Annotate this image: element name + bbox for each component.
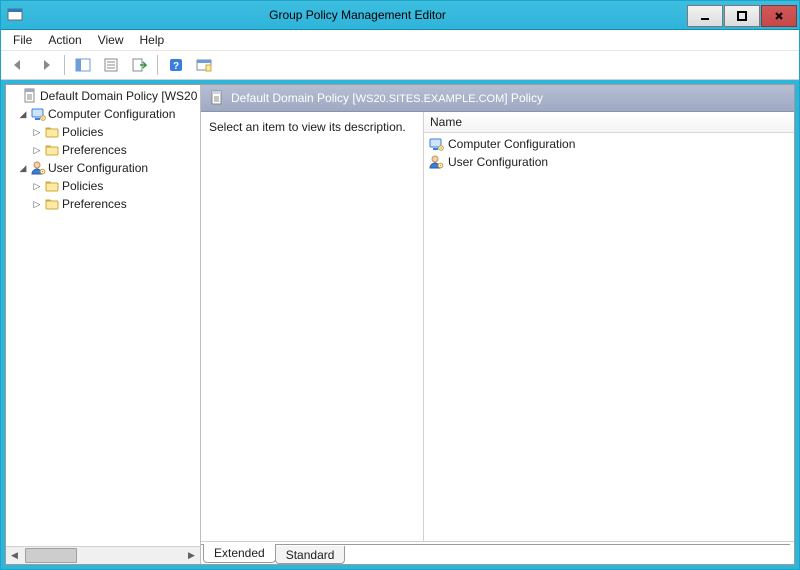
- menu-help[interactable]: Help: [132, 31, 173, 49]
- tree-user-config[interactable]: ◢ User Con: [6, 159, 200, 177]
- computer-icon: [428, 136, 444, 152]
- tree-label: Computer Configuration: [48, 107, 175, 121]
- maximize-button[interactable]: [724, 5, 760, 27]
- tree-label: Preferences: [62, 197, 127, 211]
- list-header[interactable]: Name: [424, 112, 794, 133]
- result-pane: Default Domain Policy [WS20.SITES.EXAMPL…: [201, 85, 794, 564]
- tree-user-policies[interactable]: ▷ Policies: [6, 177, 200, 195]
- tree-root[interactable]: Default Domain Policy [WS20: [6, 87, 200, 105]
- tree-computer-config[interactable]: ◢ Computer: [6, 105, 200, 123]
- help-icon: ?: [168, 57, 184, 73]
- folder-icon: [44, 196, 60, 212]
- gpme-window: Group Policy Management Editor File Acti…: [0, 0, 800, 570]
- body-wrap: Default Domain Policy [WS20 ◢: [1, 80, 799, 569]
- export-list-icon: [131, 57, 147, 73]
- expander-open-icon[interactable]: ◢: [16, 109, 30, 120]
- list-body[interactable]: Computer Configuration: [424, 133, 794, 541]
- system-menu-icon[interactable]: [1, 1, 29, 29]
- menu-action[interactable]: Action: [40, 31, 89, 49]
- expander-closed-icon[interactable]: ▷: [30, 127, 44, 138]
- scroll-thumb[interactable]: [25, 548, 77, 563]
- tree-label: User Configuration: [48, 161, 148, 175]
- properties-icon: [103, 57, 119, 73]
- column-name-header: Name: [430, 115, 462, 129]
- list-column: Name Comput: [424, 112, 794, 541]
- forward-icon: [38, 57, 54, 73]
- tab-standard[interactable]: Standard: [275, 546, 346, 564]
- horizontal-scrollbar[interactable]: ◀ ▶: [6, 546, 200, 564]
- toolbar: ?: [1, 51, 799, 80]
- toolbar-separator: [157, 55, 158, 75]
- menu-view[interactable]: View: [90, 31, 132, 49]
- list-item-user-config[interactable]: User Configuration: [424, 153, 794, 171]
- show-hide-tree-button[interactable]: [70, 52, 96, 78]
- back-icon: [10, 57, 26, 73]
- policy-icon: [209, 90, 225, 106]
- expander-closed-icon[interactable]: ▷: [30, 145, 44, 156]
- tree-root-label: Default Domain Policy [WS20: [40, 89, 197, 103]
- user-icon: [428, 154, 444, 170]
- tree-pane-icon: [75, 57, 91, 73]
- description-prompt: Select an item to view its description.: [209, 120, 406, 134]
- close-button[interactable]: [761, 5, 797, 27]
- tree-computer-policies[interactable]: ▷ Policies: [6, 123, 200, 141]
- menu-file[interactable]: File: [5, 31, 40, 49]
- tree-computer-preferences[interactable]: ▷ Preferences: [6, 141, 200, 159]
- svg-text:?: ?: [173, 61, 179, 72]
- tree-user-preferences[interactable]: ▷ Preferences: [6, 195, 200, 213]
- back-button[interactable]: [5, 52, 31, 78]
- folder-icon: [44, 124, 60, 140]
- filter-icon: [196, 57, 212, 73]
- folder-icon: [44, 142, 60, 158]
- result-header: Default Domain Policy [WS20.SITES.EXAMPL…: [201, 85, 794, 112]
- list-item-label: User Configuration: [448, 155, 548, 169]
- scroll-right-button[interactable]: ▶: [183, 547, 200, 564]
- tree-pane: Default Domain Policy [WS20 ◢: [6, 85, 201, 564]
- minimize-button[interactable]: [687, 5, 723, 27]
- view-tabs: Extended Standard: [201, 542, 794, 564]
- user-icon: [30, 160, 46, 176]
- window-controls: [686, 1, 799, 29]
- filter-options-button[interactable]: [191, 52, 217, 78]
- scroll-left-button[interactable]: ◀: [6, 547, 23, 564]
- tree-label: Preferences: [62, 143, 127, 157]
- menu-bar: File Action View Help: [1, 30, 799, 51]
- title-bar[interactable]: Group Policy Management Editor: [1, 1, 799, 30]
- toolbar-separator: [64, 55, 65, 75]
- mmc-icon: [7, 7, 23, 23]
- tree-label: Policies: [62, 125, 103, 139]
- properties-button[interactable]: [98, 52, 124, 78]
- computer-icon: [30, 106, 46, 122]
- list-item-computer-config[interactable]: Computer Configuration: [424, 135, 794, 153]
- description-column: Select an item to view its description.: [201, 112, 424, 541]
- tab-extended[interactable]: Extended: [203, 544, 276, 563]
- policy-icon: [22, 88, 38, 104]
- expander-open-icon[interactable]: ◢: [16, 163, 30, 174]
- expander-closed-icon[interactable]: ▷: [30, 199, 44, 210]
- result-header-text: Default Domain Policy [WS20.SITES.EXAMPL…: [231, 91, 543, 105]
- help-button[interactable]: ?: [163, 52, 189, 78]
- tree-label: Policies: [62, 179, 103, 193]
- forward-button[interactable]: [33, 52, 59, 78]
- expander-closed-icon[interactable]: ▷: [30, 181, 44, 192]
- list-item-label: Computer Configuration: [448, 137, 575, 151]
- window-title: Group Policy Management Editor: [29, 1, 686, 29]
- export-list-button[interactable]: [126, 52, 152, 78]
- tree-scroll[interactable]: Default Domain Policy [WS20 ◢: [6, 85, 200, 546]
- body-inner: Default Domain Policy [WS20 ◢: [5, 84, 795, 565]
- folder-icon: [44, 178, 60, 194]
- result-content: Select an item to view its description. …: [201, 112, 794, 542]
